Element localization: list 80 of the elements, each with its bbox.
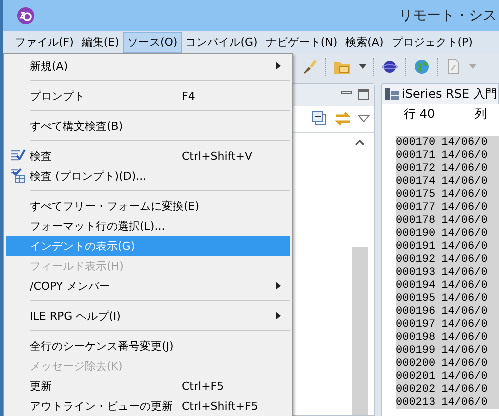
date-text: 14/06/0	[442, 150, 488, 162]
date-text: 14/06/0	[442, 188, 488, 200]
sequence-number: 000201	[396, 370, 436, 382]
date-text: 14/06/0	[442, 306, 488, 318]
menu-item[interactable]: コンパイル(G)	[182, 32, 262, 52]
menu-item[interactable]: 編集(E)	[78, 32, 124, 52]
menu-item[interactable]: 新規(A)	[6, 56, 290, 76]
date-text: 14/06/0	[442, 396, 488, 408]
sequence-number: 000190	[396, 228, 436, 240]
date-text: 14/06/0	[442, 176, 488, 188]
sequence-number: 000197	[396, 318, 436, 330]
date-text: 14/06/0	[442, 162, 488, 174]
caret-icon[interactable]	[359, 64, 367, 70]
checklist-grid-icon	[10, 168, 26, 184]
editor-tab[interactable]: iSeries RSE 入門	[381, 83, 499, 104]
menu-item[interactable]: フォーマット行の選択(L)...	[6, 216, 290, 236]
menu-item[interactable]: 検査 Ctrl+Shift+V	[6, 146, 290, 166]
submenu-arrow-icon	[276, 282, 281, 290]
menu-item[interactable]: /COPY メンバー	[6, 276, 290, 296]
scroll-up-icon[interactable]	[355, 139, 365, 147]
sequence-number: 000178	[396, 214, 436, 226]
sequence-number: 000196	[396, 306, 436, 318]
collapse-all-icon[interactable]	[312, 111, 328, 127]
date-text: 14/06/0	[442, 370, 488, 382]
date-text: 14/06/0	[442, 332, 488, 344]
menu-item[interactable]: 検査 (プロンプト)(D)...	[6, 166, 290, 186]
view-menu-icon[interactable]	[358, 115, 370, 123]
menu-item[interactable]: ILE RPG ヘルプ(I)	[6, 306, 290, 326]
server-icon	[385, 87, 399, 101]
date-text: 14/06/0	[442, 228, 488, 240]
sequence-number: 000213	[396, 396, 436, 408]
date-text: 14/06/0	[442, 254, 488, 266]
sequence-number: 000192	[396, 254, 436, 266]
sequence-number: 000172	[396, 162, 436, 174]
date-text: 14/06/0	[442, 214, 488, 226]
submenu-arrow-icon	[276, 312, 281, 320]
date-text: 14/06/0	[442, 280, 488, 292]
sequence-number: 000174	[396, 176, 436, 188]
scrollbar[interactable]	[352, 247, 368, 415]
menu-item[interactable]: 検索(A)	[342, 32, 388, 52]
sequence-number: 000191	[396, 240, 436, 252]
menu-item[interactable]: 更新 Ctrl+F5	[6, 376, 290, 396]
date-text: 14/06/0	[442, 318, 488, 330]
date-text: 14/06/0	[442, 358, 488, 370]
sequence-number: 000175	[396, 188, 436, 200]
menu-item[interactable]: アウトライン・ビューの更新 Ctrl+Shift+F5	[6, 396, 290, 416]
date-text: 14/06/0	[442, 384, 488, 396]
date-text: 14/06/0	[442, 240, 488, 252]
date-text: 14/06/0	[442, 266, 488, 278]
menu-item[interactable]: 全行のシーケンス番号変更(J)	[6, 336, 290, 356]
menu-item[interactable]: プロンプト F4	[6, 86, 290, 106]
sequence-number: 000170	[396, 136, 436, 148]
date-text: 14/06/0	[442, 292, 488, 304]
menu-item[interactable]: すべてフリー・フォームに変換(E)	[6, 196, 290, 216]
menu-item[interactable]: すべて構文検査(B)	[6, 116, 290, 136]
line-indicator: 行 40	[404, 106, 436, 122]
sequence-number: 000200	[396, 358, 436, 370]
maximize-icon[interactable]	[358, 89, 370, 101]
sequence-number: 000195	[396, 292, 436, 304]
sequence-number: 000199	[396, 344, 436, 356]
window-title: リモート・シス	[399, 6, 498, 24]
menu-item[interactable]: ナビゲート(N)	[262, 32, 342, 52]
menu-item[interactable]: ファイル(F)	[11, 32, 78, 52]
app-icon	[17, 6, 35, 24]
brush-icon[interactable]	[301, 58, 319, 76]
date-text: 14/06/0	[442, 344, 488, 356]
sequence-number: 000193	[396, 266, 436, 278]
sphere-icon[interactable]	[381, 58, 399, 76]
sequence-number: 000194	[396, 280, 436, 292]
column-indicator: 列	[475, 106, 488, 122]
sequence-number: 000198	[396, 332, 436, 344]
menu-item[interactable]: プロジェクト(P)	[388, 32, 477, 52]
submenu-arrow-icon	[276, 62, 281, 70]
date-text: 14/06/0	[442, 202, 488, 214]
date-text: 14/06/0	[442, 136, 488, 148]
sequence-number: 000202	[396, 384, 436, 396]
sequence-number: 000171	[396, 150, 436, 162]
globe-icon[interactable]	[413, 58, 431, 76]
sequence-number: 000177	[396, 202, 436, 214]
menu-item[interactable]: ソース(O)	[123, 32, 182, 52]
